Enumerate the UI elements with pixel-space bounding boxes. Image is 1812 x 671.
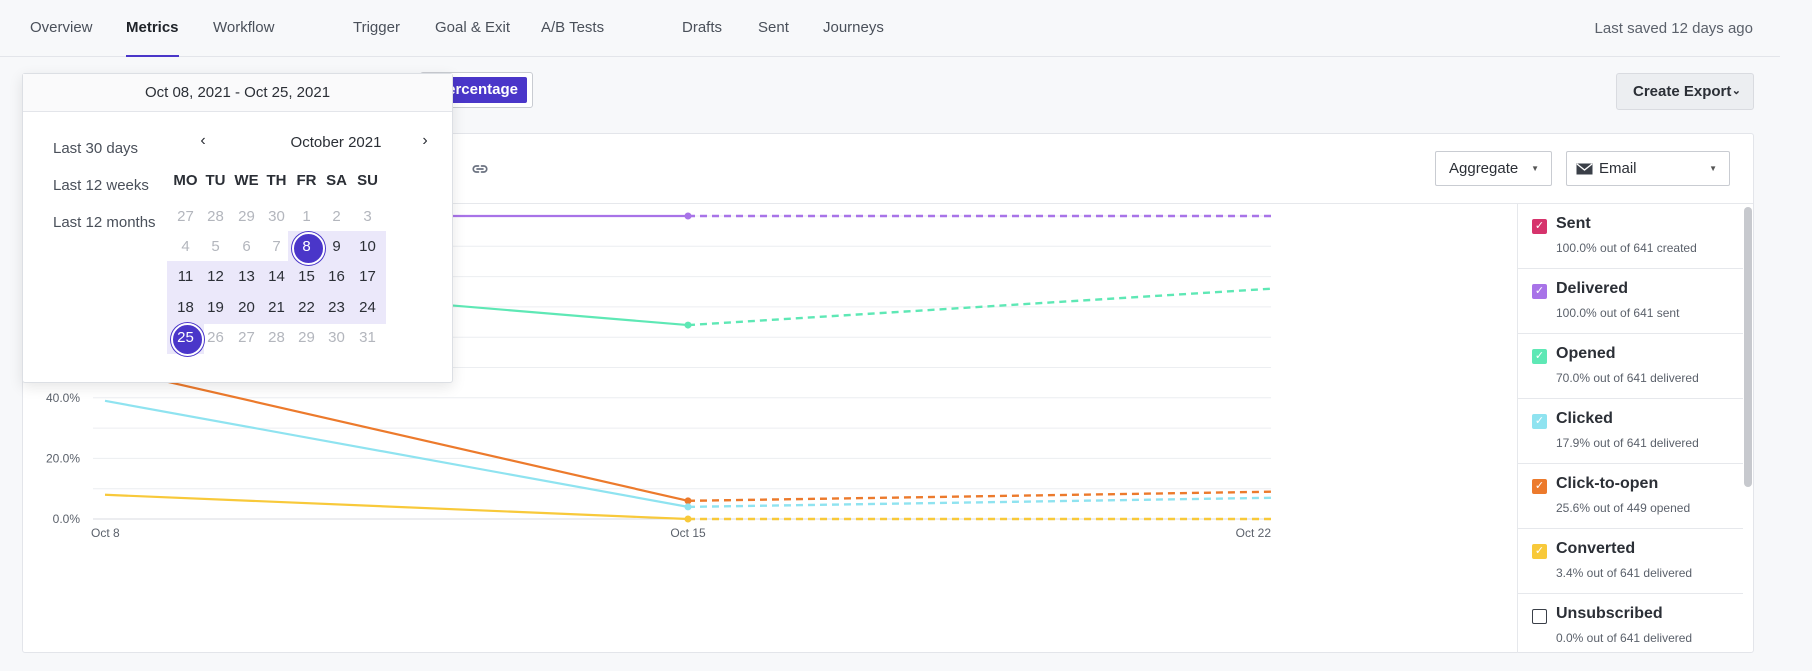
caret-down-icon: ▼ bbox=[1709, 164, 1717, 173]
legend-subtext: 100.0% out of 641 created bbox=[1556, 241, 1697, 255]
weekday-header: SA bbox=[326, 172, 347, 189]
create-export-label: Create Export bbox=[1633, 83, 1732, 100]
x-tick-label: Oct 8 bbox=[91, 526, 120, 540]
tab-trigger[interactable]: Trigger bbox=[353, 0, 400, 57]
tab-overview[interactable]: Overview bbox=[30, 0, 93, 57]
weekday-header: TU bbox=[205, 172, 226, 189]
metrics-legend: ✓ Sent 100.0% out of 641 created ✓ Delivered… bbox=[1517, 204, 1754, 653]
preset-last-12-months[interactable]: Last 12 months bbox=[53, 214, 156, 231]
calendar-day[interactable]: 8 bbox=[289, 229, 325, 265]
legend-subtext: 0.0% out of 641 delivered bbox=[1556, 631, 1693, 645]
legend-label: Sent bbox=[1556, 215, 1591, 232]
legend-subtext: 3.4% out of 641 delivered bbox=[1556, 566, 1693, 580]
mail-icon bbox=[1576, 163, 1593, 175]
tab-sent[interactable]: Sent bbox=[758, 0, 789, 57]
y-tick-label: 40.0% bbox=[46, 391, 80, 405]
chevron-left-icon[interactable]: ‹ bbox=[195, 132, 211, 150]
series-point bbox=[684, 503, 692, 511]
legend-item-click-to-open[interactable]: ✓ Click-to-open 25.6% out of 449 opened bbox=[1518, 464, 1743, 529]
caret-down-icon: ▼ bbox=[1531, 164, 1539, 173]
calendar-day[interactable]: 25 bbox=[168, 320, 204, 356]
date-range-picker: Oct 08, 2021 - Oct 25, 2021 Last 30 days… bbox=[22, 73, 453, 383]
legend-scrollbar[interactable] bbox=[1744, 207, 1752, 487]
legend-label: Unsubscribed bbox=[1556, 605, 1663, 622]
tab-ab-tests[interactable]: A/B Tests bbox=[541, 0, 604, 57]
tab-metrics[interactable]: Metrics bbox=[126, 0, 179, 57]
checkbox-icon[interactable]: ✓ bbox=[1532, 349, 1547, 364]
channel-select[interactable]: Email ▼ bbox=[1566, 151, 1730, 186]
legend-subtext: 17.9% out of 641 delivered bbox=[1556, 436, 1699, 450]
checkbox-icon[interactable]: ✓ bbox=[1532, 284, 1547, 299]
weekday-header: SU bbox=[357, 172, 378, 189]
top-nav: Overview Metrics Workflow Trigger Goal &… bbox=[0, 0, 1780, 57]
calendar-day[interactable]: 30 bbox=[319, 320, 354, 355]
calendar-day[interactable]: 31 bbox=[350, 320, 385, 355]
channel-select-value: Email bbox=[1599, 160, 1637, 177]
legend-label: Delivered bbox=[1556, 280, 1629, 297]
checkbox-icon[interactable]: ✓ bbox=[1532, 479, 1547, 494]
calendar-day[interactable]: 12 bbox=[198, 259, 233, 294]
last-saved-status: Last saved 12 days ago bbox=[1594, 20, 1753, 37]
legend-label: Clicked bbox=[1556, 410, 1613, 427]
legend-item-unsubscribed[interactable]: Unsubscribed 0.0% out of 641 delivered bbox=[1518, 594, 1743, 653]
legend-item-sent[interactable]: ✓ Sent 100.0% out of 641 created bbox=[1518, 204, 1743, 269]
tab-journeys[interactable]: Journeys bbox=[823, 0, 884, 57]
series-point bbox=[684, 321, 692, 329]
series-line-solid bbox=[104, 366, 689, 502]
x-tick-label: Oct 15 bbox=[670, 526, 706, 540]
legend-item-delivered[interactable]: ✓ Delivered 100.0% out of 641 sent bbox=[1518, 269, 1743, 334]
legend-item-opened[interactable]: ✓ Opened 70.0% out of 641 delivered bbox=[1518, 334, 1743, 399]
series-line-solid bbox=[104, 493, 689, 521]
tab-drafts[interactable]: Drafts bbox=[682, 0, 722, 57]
create-export-button[interactable]: Create Export ⌄ bbox=[1616, 73, 1754, 110]
checkbox-icon[interactable]: ✓ bbox=[1532, 544, 1547, 559]
legend-subtext: 100.0% out of 641 sent bbox=[1556, 306, 1680, 320]
legend-item-converted[interactable]: ✓ Converted 3.4% out of 641 delivered bbox=[1518, 529, 1743, 594]
chevron-down-icon: ⌄ bbox=[1731, 85, 1741, 97]
checkbox-icon[interactable] bbox=[1532, 609, 1547, 624]
calendar-day[interactable]: 17 bbox=[350, 259, 385, 294]
checkbox-icon[interactable]: ✓ bbox=[1532, 219, 1547, 234]
legend-item-clicked[interactable]: ✓ Clicked 17.9% out of 641 delivered bbox=[1518, 399, 1743, 464]
series-point bbox=[684, 515, 692, 523]
tab-workflow[interactable]: Workflow bbox=[213, 0, 274, 57]
y-tick-label: 20.0% bbox=[46, 451, 80, 465]
calendar-day[interactable]: 16 bbox=[319, 259, 354, 294]
legend-subtext: 25.6% out of 449 opened bbox=[1556, 501, 1691, 515]
preset-last-30-days[interactable]: Last 30 days bbox=[53, 140, 138, 157]
series-point bbox=[684, 212, 692, 220]
y-tick-label: 0.0% bbox=[53, 512, 81, 526]
preset-last-12-weeks[interactable]: Last 12 weeks bbox=[53, 177, 149, 194]
series-line-solid bbox=[104, 399, 689, 508]
chevron-right-icon[interactable]: › bbox=[417, 132, 433, 150]
date-range-display[interactable]: Oct 08, 2021 - Oct 25, 2021 bbox=[23, 74, 452, 112]
series-point bbox=[684, 497, 692, 505]
tab-goal-exit[interactable]: Goal & Exit bbox=[435, 0, 510, 57]
legend-subtext: 70.0% out of 641 delivered bbox=[1556, 371, 1699, 385]
x-tick-label: Oct 22 bbox=[1236, 526, 1272, 540]
legend-label: Converted bbox=[1556, 540, 1636, 557]
legend-label: Opened bbox=[1556, 345, 1616, 362]
legend-label: Click-to-open bbox=[1556, 475, 1659, 492]
checkbox-icon[interactable]: ✓ bbox=[1532, 414, 1547, 429]
